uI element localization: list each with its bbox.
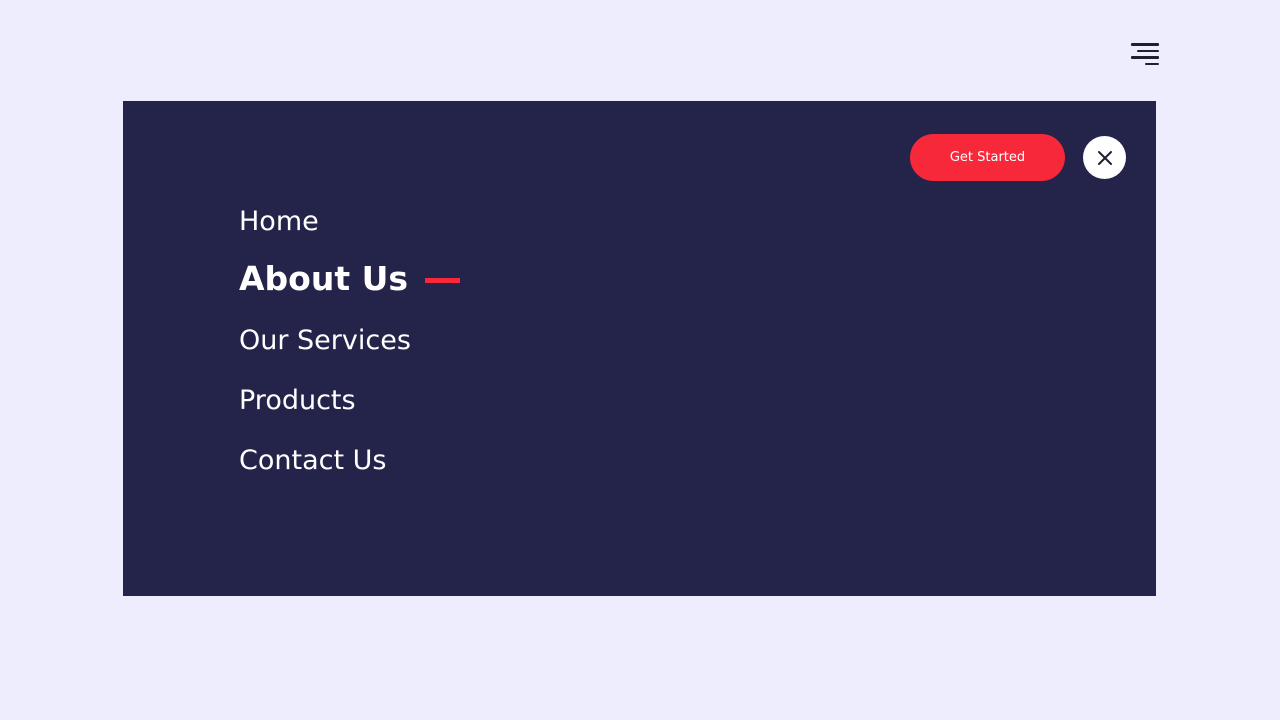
nav-item-home[interactable]: Home bbox=[239, 208, 319, 235]
active-indicator bbox=[425, 278, 461, 283]
close-icon bbox=[1097, 150, 1112, 165]
nav-item-products[interactable]: Products bbox=[239, 387, 356, 414]
nav-item-about-us-label: About Us bbox=[239, 259, 409, 298]
get-started-button[interactable]: Get Started bbox=[910, 134, 1065, 181]
nav-item-our-services[interactable]: Our Services bbox=[239, 327, 411, 354]
menu-panel: Get Started Home About Us Our Services P… bbox=[123, 101, 1156, 596]
hamburger-menu-icon[interactable] bbox=[1131, 43, 1159, 65]
nav-item-contact-us[interactable]: Contact Us bbox=[239, 447, 386, 474]
nav-item-about-us[interactable]: About Us bbox=[239, 259, 461, 298]
close-button[interactable] bbox=[1083, 136, 1126, 179]
